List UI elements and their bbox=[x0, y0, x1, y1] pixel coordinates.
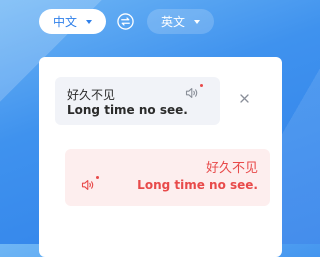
source-text-chinese: 好久不见 bbox=[67, 88, 116, 102]
source-language-selector[interactable]: 中文 bbox=[39, 9, 106, 34]
new-indicator-dot bbox=[96, 176, 99, 179]
new-indicator-dot bbox=[200, 84, 203, 87]
swap-arrows-icon[interactable] bbox=[117, 13, 134, 30]
target-language-label: 英文 bbox=[160, 15, 185, 29]
result-message-bubble[interactable]: 好久不见 Long time no see. bbox=[65, 149, 270, 206]
source-language-label: 中文 bbox=[52, 15, 77, 29]
result-text-chinese: 好久不见 bbox=[205, 161, 258, 176]
speaker-icon[interactable] bbox=[185, 87, 199, 99]
result-text-english: Long time no see. bbox=[137, 178, 258, 192]
source-message-bubble[interactable]: 好久不见 Long time no see. bbox=[55, 77, 220, 125]
chevron-down-icon bbox=[194, 19, 200, 24]
close-icon[interactable] bbox=[239, 93, 250, 104]
speaker-icon[interactable] bbox=[81, 179, 95, 191]
target-language-selector[interactable]: 英文 bbox=[147, 9, 214, 34]
conversation-card: 好久不见 Long time no see. 好久不见 Long time no… bbox=[39, 57, 282, 257]
source-text-english: Long time no see. bbox=[67, 103, 188, 117]
chevron-down-icon bbox=[86, 19, 92, 24]
